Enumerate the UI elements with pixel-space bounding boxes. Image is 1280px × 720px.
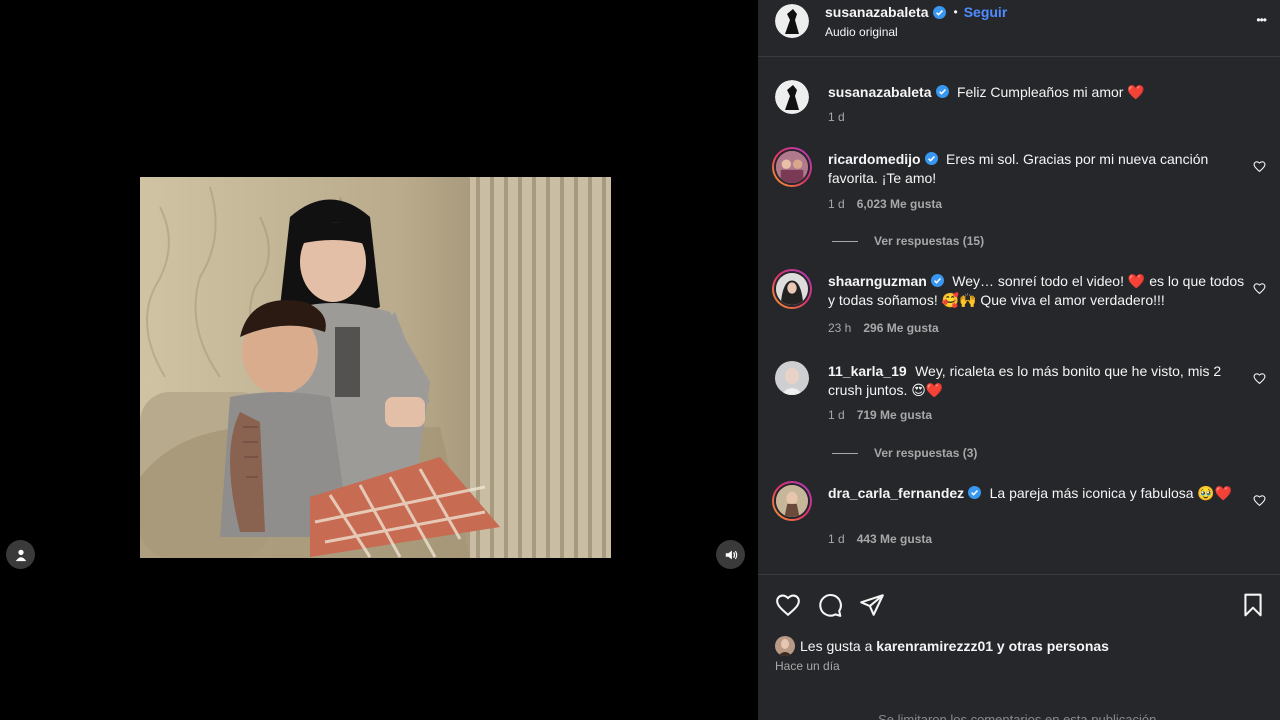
comment-time: 1 d (828, 408, 845, 422)
caption-time: 1 d (828, 110, 845, 124)
comment-username[interactable]: 11_karla_19 (828, 363, 907, 379)
heart-icon (776, 594, 800, 617)
comment-time: 1 d (828, 532, 845, 546)
share-icon (860, 594, 884, 616)
commenter-avatar[interactable] (772, 481, 812, 521)
author-username[interactable]: susanazabaleta (825, 4, 929, 20)
user-icon (15, 549, 26, 561)
likes-summary[interactable]: Les gusta a karenramirezzz01 y otras per… (775, 636, 1109, 656)
post-date: Hace un día (775, 659, 840, 673)
commenter-avatar[interactable] (772, 269, 812, 309)
like-button[interactable] (775, 592, 801, 618)
verified-badge-icon (930, 274, 944, 287)
comment-likes[interactable]: 6,023 Me gusta (857, 197, 942, 211)
like-comment-heart-icon[interactable] (1253, 282, 1266, 295)
author-avatar[interactable] (775, 80, 809, 114)
post-side-panel: susanazabaleta • Seguir Audio original •… (758, 0, 1280, 720)
follow-button[interactable]: Seguir (964, 4, 1008, 20)
post-header: susanazabaleta • Seguir Audio original •… (758, 0, 1280, 57)
volume-icon (725, 550, 737, 559)
caption-text: Feliz Cumpleaños mi amor ❤️ (956, 84, 1145, 100)
verified-badge-icon (968, 486, 982, 499)
comment-likes[interactable]: 719 Me gusta (857, 408, 932, 422)
comment-likes[interactable]: 296 Me gusta (863, 321, 938, 335)
verified-badge-icon (924, 152, 938, 165)
comments-limited-note: Se limitaron los comentarios en esta pub… (878, 712, 1160, 720)
view-replies-button[interactable]: Ver respuestas (15) (832, 234, 984, 248)
post-photo (140, 177, 611, 558)
comment-button[interactable] (817, 592, 843, 618)
comment-username[interactable]: dra_carla_fernandez (828, 485, 964, 501)
comments-list[interactable]: susanazabaleta Feliz Cumpleaños mi amor … (758, 57, 1280, 574)
view-replies-button[interactable]: Ver respuestas (3) (832, 446, 977, 460)
commenter-avatar[interactable] (775, 361, 809, 395)
liker-avatar (775, 636, 795, 656)
separator-dot: • (953, 5, 958, 19)
likes-prefix: Les gusta a (800, 638, 877, 654)
commenter-avatar[interactable] (772, 147, 812, 187)
comment-username[interactable]: ricardomedijo (828, 151, 921, 167)
like-comment-heart-icon[interactable] (1253, 494, 1266, 507)
comment-likes[interactable]: 443 Me gusta (857, 532, 932, 546)
comment-username[interactable]: shaarnguzman (828, 273, 927, 289)
comment-text: La pareja más iconica y fabulosa 🥹❤️ (989, 485, 1233, 501)
like-comment-heart-icon[interactable] (1253, 372, 1266, 385)
comment-time: 1 d (828, 197, 845, 211)
media-viewer[interactable] (0, 0, 758, 720)
audio-toggle-button[interactable] (716, 540, 745, 569)
comment-icon (819, 594, 842, 617)
author-avatar[interactable] (775, 4, 809, 38)
verified-badge-icon (932, 5, 946, 19)
photo-illustration (140, 177, 611, 558)
audio-label[interactable]: Audio original (825, 25, 898, 39)
more-options-icon[interactable]: ••• (1256, 13, 1267, 27)
post-actions: Les gusta a karenramirezzz01 y otras per… (758, 574, 1280, 720)
bookmark-icon (1244, 593, 1262, 617)
comment-time: 23 h (828, 321, 852, 335)
save-button[interactable] (1240, 592, 1266, 618)
share-button[interactable] (859, 592, 885, 618)
caption-username[interactable]: susanazabaleta (828, 84, 932, 100)
verified-badge-icon (935, 85, 949, 98)
tagged-users-button[interactable] (6, 540, 35, 569)
liked-by-username[interactable]: karenramirezzz01 (876, 638, 993, 654)
likes-suffix[interactable]: y otras personas (993, 638, 1109, 654)
like-comment-heart-icon[interactable] (1253, 160, 1266, 173)
